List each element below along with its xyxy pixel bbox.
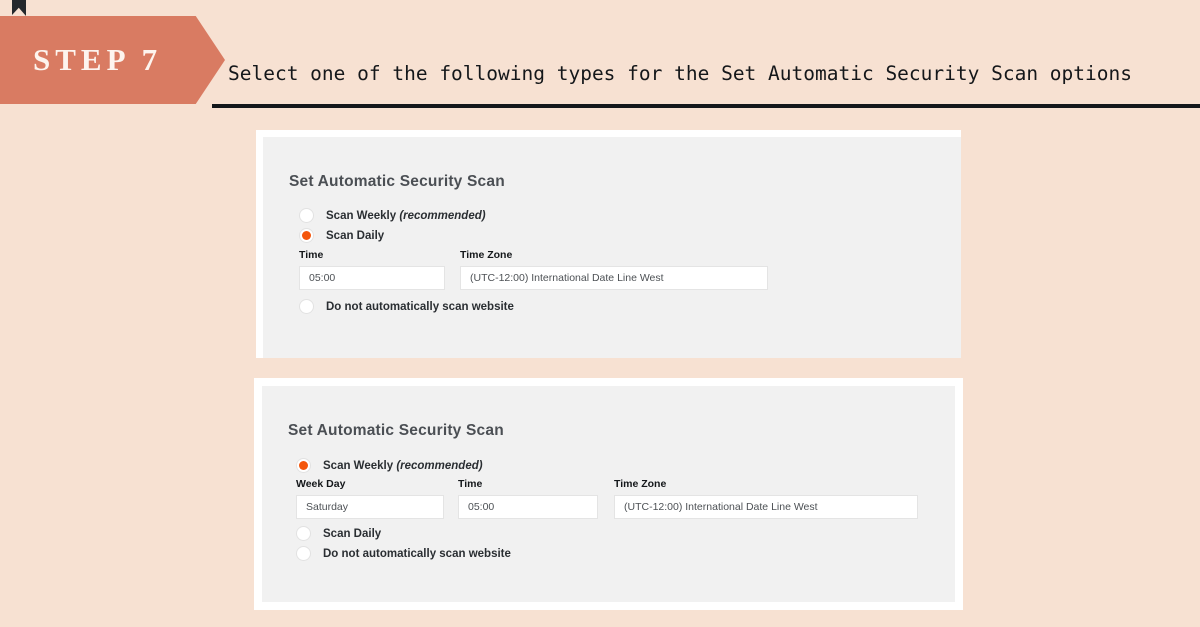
radio-option-scan-daily[interactable]: Scan Daily [296, 526, 381, 541]
field-time: Time 05:00 [458, 478, 598, 519]
radio-option-scan-daily[interactable]: Scan Daily [299, 228, 384, 243]
header-divider [212, 104, 1200, 108]
radio-label-scan-daily: Scan Daily [323, 527, 382, 540]
panel-title: Set Automatic Security Scan [288, 422, 504, 439]
field-label-time: Time [299, 249, 324, 261]
input-time[interactable]: 05:00 [458, 495, 598, 519]
field-time-zone: Time Zone (UTC-12:00) International Date… [614, 478, 918, 519]
step-header: STEP 7 Select one of the following types… [0, 0, 1200, 130]
radio-indicator-scan-daily[interactable] [299, 228, 314, 243]
step-badge: STEP 7 [0, 16, 225, 104]
radio-indicator-scan-weekly[interactable] [299, 208, 314, 223]
banner-fold-corner-icon [12, 0, 40, 15]
radio-label-no-auto-scan: Do not automatically scan website [326, 300, 514, 313]
scan-settings-panel-weekly: Set Automatic Security Scan Scan Weekly … [254, 378, 963, 610]
radio-option-scan-weekly[interactable]: Scan Weekly (recommended) [296, 458, 483, 473]
input-time[interactable]: 05:00 [299, 266, 445, 290]
input-week-day[interactable]: Saturday [296, 495, 444, 519]
radio-option-scan-weekly[interactable]: Scan Weekly (recommended) [299, 208, 486, 223]
field-time: Time 05:00 [299, 249, 445, 290]
radio-indicator-no-auto-scan[interactable] [299, 299, 314, 314]
field-label-time: Time [458, 478, 483, 490]
radio-option-no-auto-scan[interactable]: Do not automatically scan website [299, 299, 514, 314]
radio-label-scan-daily: Scan Daily [326, 229, 385, 242]
panel-body: Set Automatic Security Scan Scan Weekly … [263, 137, 961, 358]
field-label-time-zone: Time Zone [614, 478, 667, 490]
field-time-zone: Time Zone (UTC-12:00) International Date… [460, 249, 768, 290]
radio-indicator-scan-weekly[interactable] [296, 458, 311, 473]
input-time-zone[interactable]: (UTC-12:00) International Date Line West [614, 495, 918, 519]
radio-label-scan-weekly: Scan Weekly (recommended) [326, 209, 486, 222]
step-instruction-text: Select one of the following types for th… [228, 62, 1132, 85]
radio-indicator-scan-daily[interactable] [296, 526, 311, 541]
field-week-day: Week Day Saturday [296, 478, 444, 519]
radio-label-scan-weekly: Scan Weekly (recommended) [323, 459, 483, 472]
radio-indicator-no-auto-scan[interactable] [296, 546, 311, 561]
input-time-zone[interactable]: (UTC-12:00) International Date Line West [460, 266, 768, 290]
panel-body: Set Automatic Security Scan Scan Weekly … [262, 386, 955, 602]
field-label-time-zone: Time Zone [460, 249, 513, 261]
scan-settings-panel-daily: Set Automatic Security Scan Scan Weekly … [256, 130, 961, 358]
radio-label-no-auto-scan: Do not automatically scan website [323, 547, 511, 560]
field-label-week-day: Week Day [296, 478, 346, 490]
step-badge-label: STEP 7 [33, 42, 163, 77]
radio-option-no-auto-scan[interactable]: Do not automatically scan website [296, 546, 511, 561]
panel-title: Set Automatic Security Scan [289, 173, 505, 190]
